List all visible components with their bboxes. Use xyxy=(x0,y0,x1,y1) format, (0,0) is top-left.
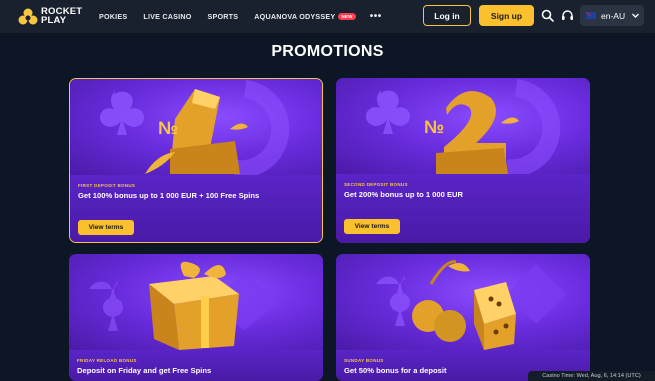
promo-card-body: SECOND DEPOSIT BONUS Get 200% bonus up t… xyxy=(336,174,590,243)
nav-label: SPORTS xyxy=(207,12,239,21)
rocket-logo-icon xyxy=(18,8,38,25)
number-2-trophy-art: № xyxy=(365,79,561,174)
cherries-and-dice-art xyxy=(376,260,566,350)
view-terms-button[interactable]: View terms xyxy=(78,220,134,235)
nav-item-live-casino[interactable]: LIVE CASINO xyxy=(143,12,191,21)
chevron-down-icon xyxy=(632,13,640,18)
promo-title: Get 100% bonus up to 1 000 EUR + 100 Fre… xyxy=(78,191,260,200)
page-title: PROMOTIONS xyxy=(271,43,384,60)
main-nav: POKIES LIVE CASINO SPORTS AQUANOVA ODYSS… xyxy=(99,0,382,33)
nav-item-aquanova-odyssey[interactable]: AQUANOVA ODYSSEY NEW xyxy=(254,12,356,21)
promo-kicker: SUNDAY BONUS xyxy=(344,358,384,363)
nav-item-sports[interactable]: SPORTS xyxy=(208,12,239,21)
headset-icon[interactable] xyxy=(561,9,574,22)
promo-kicker: FRIDAY RELOAD BONUS xyxy=(77,358,137,363)
promo-card-body: FRIDAY RELOAD BONUS Deposit on Friday an… xyxy=(69,350,323,381)
login-button[interactable]: Log in xyxy=(423,5,471,26)
promo-kicker: FIRST DEPOSIT BONUS xyxy=(78,183,136,188)
svg-text:№: № xyxy=(158,118,178,138)
nav-label: AQUANOVA ODYSSEY xyxy=(254,12,336,21)
top-navigation-bar: ROCKET PLAY POKIES LIVE CASINO SPORTS AQ… xyxy=(0,0,655,33)
promo-kicker: SECOND DEPOSIT BONUS xyxy=(344,182,408,187)
promo-banner-image: № xyxy=(336,78,590,174)
language-selector[interactable]: en-AU xyxy=(580,5,644,26)
nav-label: POKIES xyxy=(99,12,128,21)
nav-label: LIVE CASINO xyxy=(143,12,192,21)
promo-card-body: FIRST DEPOSIT BONUS Get 100% bonus up to… xyxy=(70,175,322,242)
promo-card-first-deposit[interactable]: № FIRST DEPOSIT BONUS Get 100% bonus up … xyxy=(69,78,323,243)
promo-title: Get 50% bonus for a deposit xyxy=(344,366,447,375)
signup-button[interactable]: Sign up xyxy=(479,5,534,26)
number-1-trophy-art: № xyxy=(99,80,290,175)
promo-card-friday-reload[interactable]: FRIDAY RELOAD BONUS Deposit on Friday an… xyxy=(69,254,323,381)
svg-text:№: № xyxy=(424,117,444,137)
search-icon[interactable] xyxy=(541,9,554,22)
promo-banner-image xyxy=(69,254,323,350)
brand-logo[interactable]: ROCKET PLAY xyxy=(18,6,82,26)
brand-name-line2: PLAY xyxy=(41,15,67,26)
nav-item-pokies[interactable]: POKIES xyxy=(99,12,127,21)
promo-title: Deposit on Friday and get Free Spins xyxy=(77,366,212,375)
promo-card-sunday-bonus[interactable]: SUNDAY BONUS Get 50% bonus for a deposit xyxy=(336,254,590,381)
language-label: en-AU xyxy=(601,10,626,21)
view-terms-button[interactable]: View terms xyxy=(344,219,400,234)
brand-name: ROCKET PLAY xyxy=(41,7,82,26)
casino-time-label: Casino Time: Wed, Aug, 6, 14:14 (UTC) xyxy=(528,371,655,381)
promo-banner-image xyxy=(336,254,590,350)
australia-flag-icon xyxy=(586,12,596,19)
new-badge: NEW xyxy=(338,13,356,20)
promo-title: Get 200% bonus up to 1 000 EUR xyxy=(344,190,463,199)
more-menu-button[interactable]: ••• xyxy=(370,11,382,22)
gift-box-art xyxy=(89,261,279,350)
promo-card-second-deposit[interactable]: № SECOND DEPOSIT BONUS Get 200% bonus up… xyxy=(336,78,590,243)
promo-banner-image: № xyxy=(70,79,322,175)
